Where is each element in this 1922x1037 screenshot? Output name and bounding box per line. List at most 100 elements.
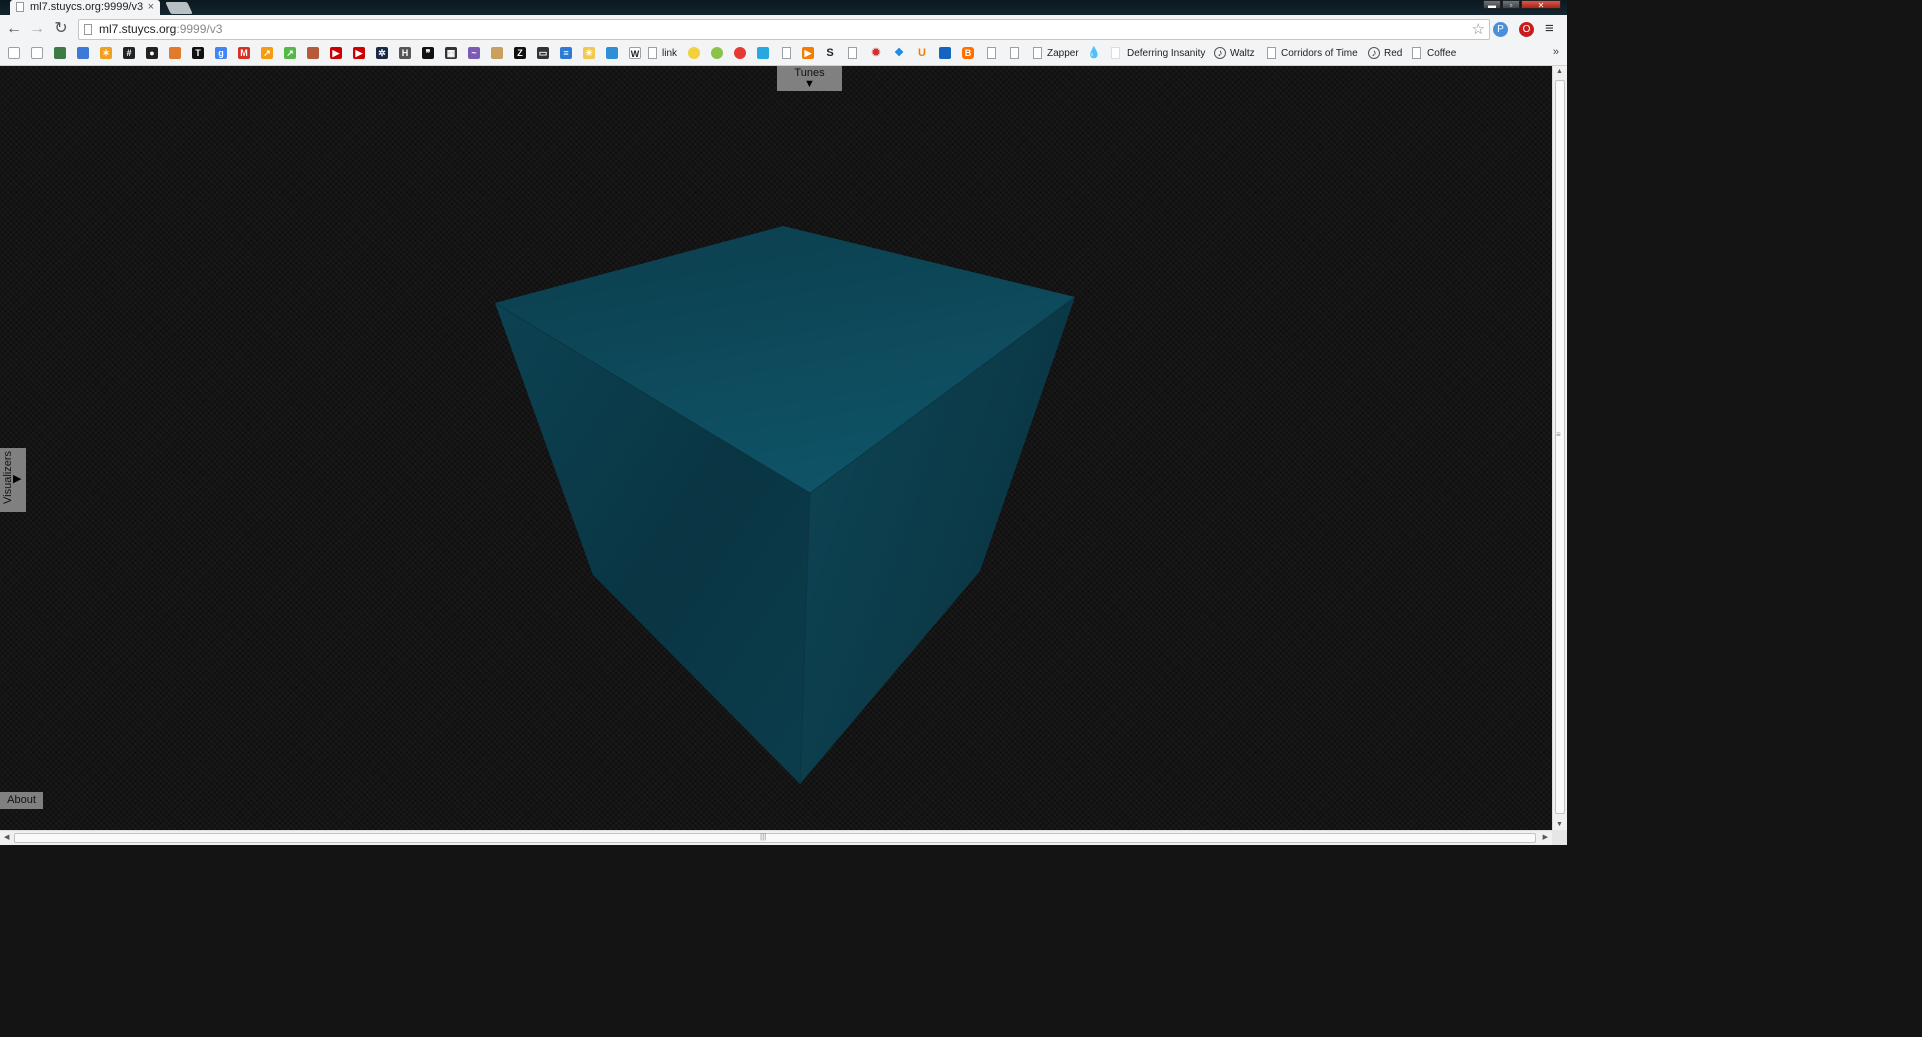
hash-icon[interactable]: # [123,47,135,59]
bookmarks-bar: ✶ # ● Tg M ↗ ↗ ▶ ▶ ✲ H ❞ ▦ ~ Z ▭ ≡ ☀ W link ▶ S ✹ ❖ U B Za… [0,44,1567,66]
reload-button[interactable]: ↻ [52,20,70,38]
cube-visualization [494,226,1076,785]
bookmark-star-icon[interactable]: ☆ [1472,20,1485,39]
scroll-down-icon[interactable]: ▼ [1556,821,1563,828]
about-button[interactable]: About [0,792,43,809]
printer-icon[interactable]: ▭ [537,47,549,59]
bookmark-zapper[interactable]: Zapper [1047,47,1079,61]
window-controls: ▬ ▫ ✕ [1483,0,1561,10]
blue-square-icon[interactable] [606,47,618,59]
horizontal-scroll-thumb[interactable] [14,833,1536,843]
bookmark-deferring-insanity[interactable]: Deferring Insanity [1127,47,1205,61]
u-icon[interactable]: U [916,47,928,59]
google-icon[interactable]: g [215,47,227,59]
zotero-icon[interactable]: Z [514,47,526,59]
horizontal-scrollbar[interactable]: ◀ ||| ▶ [0,830,1552,845]
bottle-icon[interactable] [491,47,503,59]
bookmarks-overflow-icon[interactable]: » [1553,46,1559,58]
new-tab-button[interactable] [165,2,193,14]
page-icon [648,47,657,59]
sun-icon[interactable]: ☀ [583,47,595,59]
scrollbar-corner [1552,830,1567,845]
nytimes-icon[interactable]: T [192,47,204,59]
home-icon[interactable] [939,47,951,59]
calendar-icon[interactable] [77,47,89,59]
book-icon[interactable] [307,47,319,59]
play-icon[interactable]: ▶ [802,47,814,59]
vertical-scrollbar[interactable]: ▲ ≡ ▼ [1552,66,1567,830]
browser-toolbar: ← → ↻ ml7.stuycs.org:9999/v3 ☆ P O ≡ [0,15,1567,44]
page-icon [1033,47,1042,59]
menu-icon[interactable]: ≡ [1545,20,1554,37]
address-path: :9999/v3 [176,22,223,36]
address-bar[interactable]: ml7.stuycs.org:9999/v3 ☆ [78,19,1490,40]
dropbox-icon[interactable]: ❖ [893,47,905,59]
forward-button[interactable]: → [28,20,46,38]
bookmark-waltz[interactable]: Waltz [1230,47,1255,61]
page-icon[interactable] [31,47,43,59]
photo-icon[interactable] [54,47,66,59]
snowflake-icon[interactable]: ✲ [376,47,388,59]
gmail-icon[interactable]: M [238,47,250,59]
bookmark-link[interactable]: link [662,47,677,61]
tunes-tab[interactable]: Tunes ▼ [777,66,842,91]
page-content: Tunes ▼ Visualizers ▶ About [0,66,1552,830]
grip-icon: ||| [760,832,767,841]
drops-icon[interactable]: 💧 [1087,47,1101,59]
virus-icon[interactable]: ✹ [870,47,882,59]
github-icon[interactable]: ● [146,47,158,59]
page-icon[interactable] [1010,47,1019,59]
wikipedia-icon[interactable]: W [629,47,641,59]
tomato-icon[interactable] [734,47,746,59]
vertical-scroll-thumb[interactable] [1555,80,1565,814]
green-chart-icon[interactable]: ↗ [284,47,296,59]
page-icon[interactable] [848,47,857,59]
tab-active[interactable]: ml7.stuycs.org:9999/v3 × [10,0,160,15]
blogger-icon[interactable]: B [962,47,974,59]
arrow-down-icon: ▼ [804,78,815,90]
youtube-icon[interactable]: ▶ [330,47,342,59]
music-icon: ♪ [1214,47,1226,59]
scroll-left-icon[interactable]: ◀ [4,833,9,841]
youtube-icon[interactable]: ▶ [353,47,365,59]
minimize-button[interactable]: ▬ [1483,0,1501,10]
back-button[interactable]: ← [5,20,23,38]
page-icon[interactable] [8,47,20,59]
close-window-button[interactable]: ✕ [1521,0,1561,10]
scroll-up-icon[interactable]: ▲ [1556,68,1563,75]
leaf-icon[interactable] [711,47,723,59]
hr-icon[interactable]: H [399,47,411,59]
tab-strip: ml7.stuycs.org:9999/v3 × ▬ ▫ ✕ [0,0,1567,15]
scroll-right-icon[interactable]: ▶ [1543,833,1548,841]
sparkle-icon[interactable]: ✶ [100,47,112,59]
stack-icon[interactable]: ≡ [560,47,572,59]
bookmark-red[interactable]: Red [1384,47,1402,61]
chart-icon[interactable]: ↗ [261,47,273,59]
s-icon[interactable]: S [824,47,836,59]
bookmark-corridors-of-time[interactable]: Corridors of Time [1281,47,1358,61]
qr-icon[interactable]: ▦ [445,47,457,59]
lemon-icon[interactable] [688,47,700,59]
visualizers-tab[interactable]: Visualizers ▶ [0,448,26,512]
bookmark-coffee[interactable]: Coffee [1427,47,1456,61]
page-icon [1111,47,1120,59]
page-icon [1267,47,1276,59]
page-icon [16,2,24,12]
page-icon[interactable] [987,47,996,59]
page-icon [1412,47,1421,59]
tab-title: ml7.stuycs.org:9999/v3 [30,1,144,13]
page-icon[interactable] [782,47,791,59]
purple-bird-icon[interactable]: ~ [468,47,480,59]
tab-close-icon[interactable]: × [148,0,154,14]
page-icon [84,24,92,35]
adblock-extension-icon[interactable]: O [1519,22,1534,37]
extension-icon[interactable]: P [1493,22,1508,37]
arrow-right-icon: ▶ [13,473,22,485]
music-icon: ♪ [1368,47,1380,59]
blue-app-icon[interactable] [757,47,769,59]
maximize-button[interactable]: ▫ [1502,0,1520,10]
quote-icon[interactable]: ❞ [422,47,434,59]
grip-icon: ≡ [1556,430,1561,439]
orange-logo-icon[interactable] [169,47,181,59]
address-host: ml7.stuycs.org [99,22,177,36]
